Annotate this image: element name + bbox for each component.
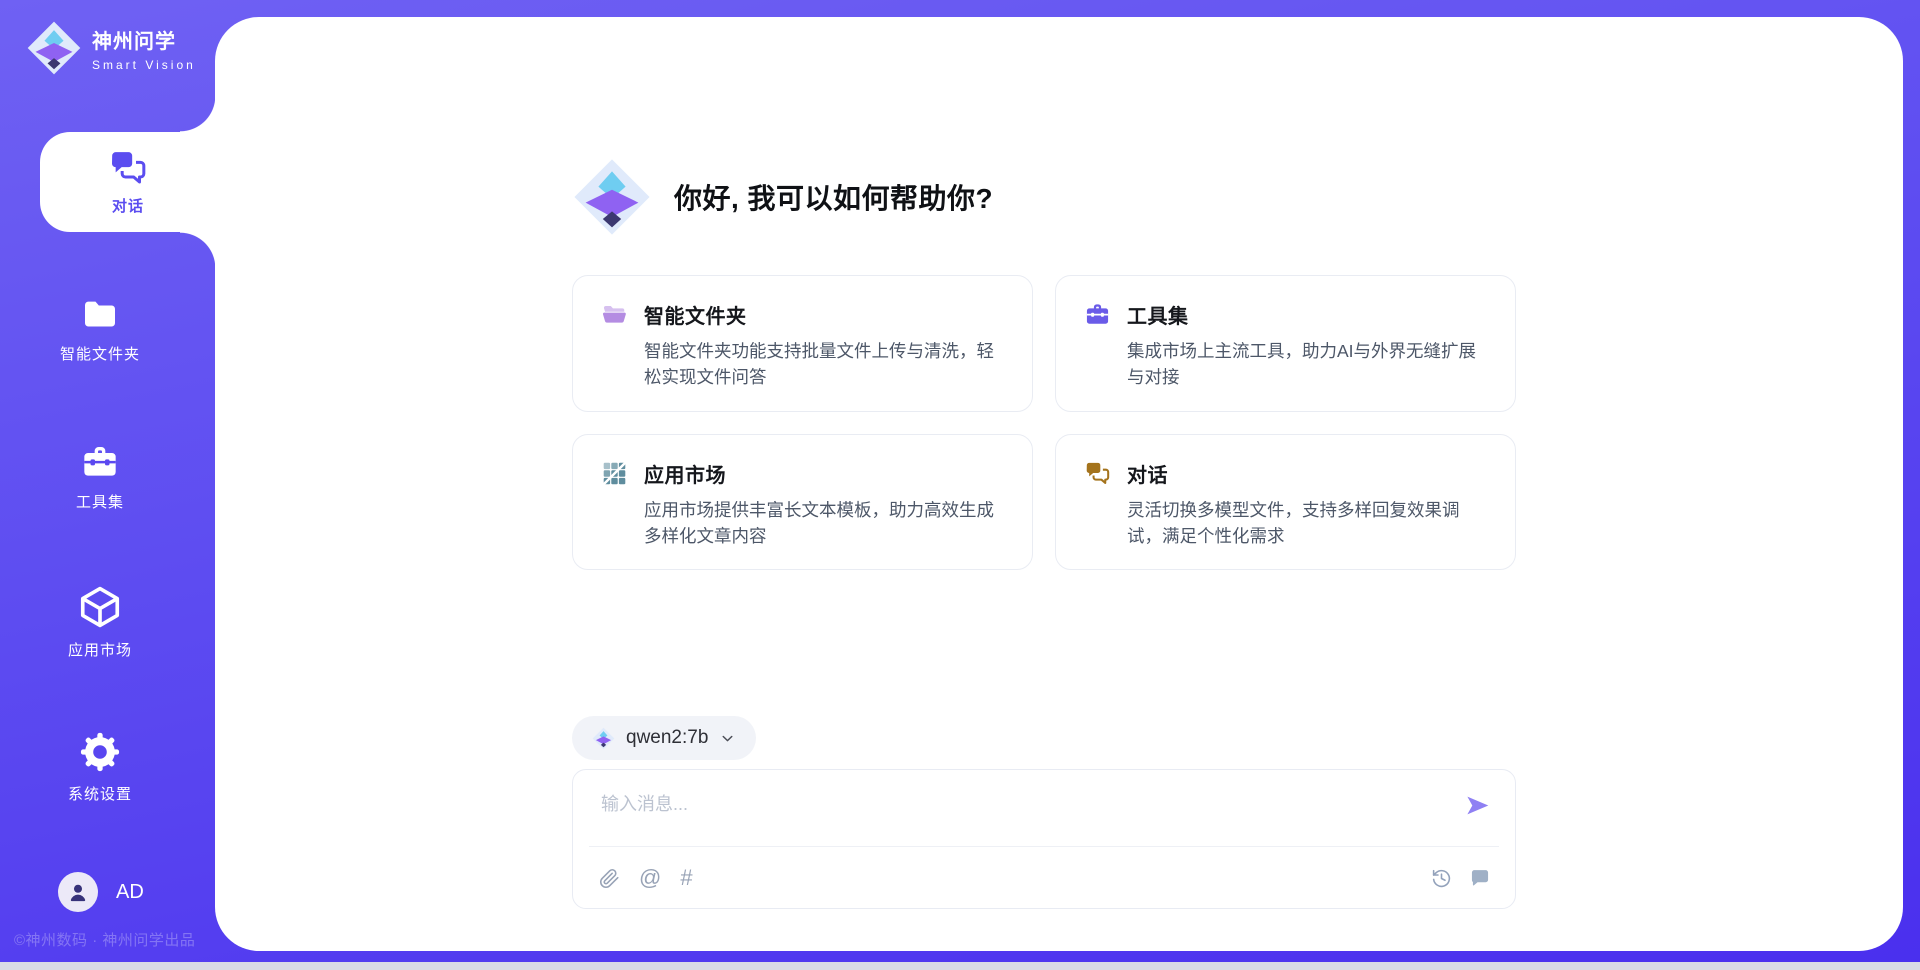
sidebar-item-label: 智能文件夹	[60, 343, 140, 364]
send-plane-icon[interactable]	[1464, 792, 1491, 819]
chevron-down-icon	[719, 730, 736, 747]
brand-tagline: Smart Vision	[92, 58, 196, 72]
avatar	[58, 872, 98, 912]
greeting: 你好, 我可以如何帮助你?	[572, 157, 993, 237]
toolbox-icon	[1084, 301, 1111, 328]
brand-logo: 神州问学 Smart Vision	[26, 20, 196, 76]
at-sign-icon[interactable]: @	[639, 867, 661, 889]
diamond-logo-icon	[26, 20, 82, 76]
card-description: 智能文件夹功能支持批量文件上传与清洗，轻松实现文件问答	[644, 338, 1004, 391]
card-toolset[interactable]: 工具集 集成市场上主流工具，助力AI与外界无缝扩展与对接	[1055, 275, 1516, 412]
sidebar-item-settings[interactable]: 系统设置	[0, 730, 200, 804]
sidebar-item-label: 系统设置	[68, 783, 132, 804]
sidebar: 神州问学 Smart Vision 对话 智能文件夹 工具集 应用市场 系统设置…	[0, 0, 215, 970]
sidebar-item-label: 工具集	[76, 491, 124, 512]
card-title: 工具集	[1127, 300, 1487, 329]
paperclip-icon[interactable]	[599, 868, 620, 889]
chat-bubble-filled-icon[interactable]	[1469, 867, 1491, 889]
greeting-text: 你好, 我可以如何帮助你?	[674, 177, 993, 217]
person-icon	[65, 879, 91, 905]
sidebar-item-toolset[interactable]: 工具集	[0, 442, 200, 512]
composer-divider	[589, 846, 1499, 847]
diamond-logo-icon	[572, 157, 652, 237]
card-description: 灵活切换多模型文件，支持多样回复效果调试，满足个性化需求	[1127, 497, 1487, 550]
card-description: 集成市场上主流工具，助力AI与外界无缝扩展与对接	[1127, 338, 1487, 391]
feature-cards: 智能文件夹 智能文件夹功能支持批量文件上传与清洗，轻松实现文件问答 工具集 集成…	[572, 275, 1516, 570]
brand-name: 神州问学	[92, 25, 196, 54]
card-smart-folder[interactable]: 智能文件夹 智能文件夹功能支持批量文件上传与清洗，轻松实现文件问答	[572, 275, 1033, 412]
app-grid-icon	[601, 460, 628, 487]
sidebar-item-label: 对话	[112, 195, 144, 216]
composer-toolbar: @ #	[599, 860, 1491, 896]
diamond-logo-icon	[592, 727, 615, 750]
card-title: 应用市场	[644, 459, 1004, 488]
bottom-edge-strip	[0, 962, 1920, 970]
model-selector[interactable]: qwen2:7b	[572, 716, 756, 760]
copyright-text: ©神州数码 · 神州问学出品	[14, 929, 214, 950]
sidebar-item-smart-folder[interactable]: 智能文件夹	[0, 294, 200, 364]
sidebar-item-app-market[interactable]: 应用市场	[0, 584, 200, 660]
history-icon[interactable]	[1431, 868, 1452, 889]
cube-icon	[77, 584, 123, 630]
card-chat[interactable]: 对话 灵活切换多模型文件，支持多样回复效果调试，满足个性化需求	[1055, 434, 1516, 571]
hash-icon[interactable]: #	[680, 867, 692, 889]
user-account[interactable]: AD	[58, 872, 144, 912]
sidebar-item-label: 应用市场	[68, 639, 132, 660]
main-panel: 你好, 我可以如何帮助你? 智能文件夹 智能文件夹功能支持批量文件上传与清洗，轻…	[215, 17, 1903, 951]
model-name: qwen2:7b	[626, 727, 708, 749]
folder-open-icon	[601, 301, 628, 328]
card-description: 应用市场提供丰富长文本模板，助力高效生成多样化文章内容	[644, 497, 1004, 550]
sidebar-item-chat[interactable]: 对话	[40, 132, 216, 232]
user-initials: AD	[116, 881, 144, 904]
message-input[interactable]	[601, 790, 1421, 838]
folder-icon	[80, 294, 120, 334]
card-app-market[interactable]: 应用市场 应用市场提供丰富长文本模板，助力高效生成多样化文章内容	[572, 434, 1033, 571]
card-title: 智能文件夹	[644, 300, 1004, 329]
toolbox-icon	[80, 442, 120, 482]
card-title: 对话	[1127, 459, 1487, 488]
gear-icon	[78, 730, 122, 774]
chat-composer: @ #	[572, 769, 1516, 909]
chat-bubbles-icon	[108, 148, 148, 188]
chat-bubbles-icon	[1084, 460, 1111, 487]
